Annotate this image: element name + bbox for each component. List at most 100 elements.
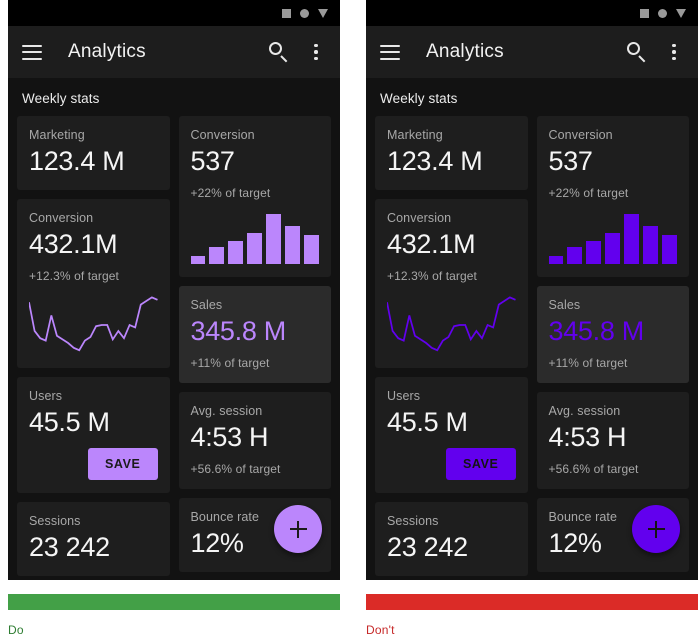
search-icon[interactable] [268,41,290,63]
card-avg-session[interactable]: Avg. session 4:53 H +56.6% of target [178,392,331,490]
triangle-icon [676,8,686,18]
overflow-menu-icon[interactable] [664,42,684,62]
square-icon [282,8,291,18]
card-value: 23 242 [387,532,468,563]
card-label: Conversion [548,128,613,142]
stats-column-left: Marketing 123.4 M Conversion 432.1M +12.… [17,116,170,577]
bar [266,214,282,265]
status-bar [8,0,340,26]
bar [228,241,244,265]
section-title: Weekly stats [22,91,100,106]
card-subtext: +22% of target [548,186,629,201]
card-marketing[interactable]: Marketing 123.4 M [17,116,170,191]
card-marketing[interactable]: Marketing 123.4 M [375,116,528,191]
card-users[interactable]: Users 45.5 M SAVE [375,377,528,494]
card-value: 4:53 H [190,422,269,453]
stats-column-right: Conversion 537 +22% of target Sales 345.… [178,116,331,573]
save-button[interactable]: SAVE [87,448,158,481]
comparison-stage: Analytics Weekly stats Marketing 123.4 M… [0,0,698,640]
card-value: 345.8 M [548,316,645,347]
status-bar [366,0,698,26]
dont-rule [366,594,698,610]
card-value: 432.1M [29,229,118,260]
card-label: Users [387,389,421,404]
card-conversion-left[interactable]: Conversion 432.1M +12.3% of target [17,199,170,369]
sparkline-chart [29,296,158,352]
app-bar: Analytics [366,26,698,78]
plus-icon [647,520,665,538]
content-area: Weekly stats Marketing 123.4 M Conversio… [366,78,698,580]
card-label: Sessions [387,514,439,529]
dont-panel: Analytics Weekly stats Marketing 123.4 M… [366,0,698,637]
search-icon[interactable] [626,41,648,63]
card-label: Users [29,389,63,404]
card-avg-session[interactable]: Avg. session 4:53 H +56.6% of target [536,392,689,490]
save-row: SAVE [387,448,516,481]
card-subtext: +11% of target [190,356,270,371]
bar [643,226,659,265]
do-rule [8,594,340,610]
circle-icon [658,8,667,18]
floating-action-button[interactable] [274,505,322,553]
card-label: Marketing [387,128,443,142]
card-conversion-right[interactable]: Conversion 537 +22% of target [178,116,331,278]
card-value: 45.5 M [29,407,110,438]
plus-icon [289,520,307,538]
dont-caption: Don't [366,623,395,637]
bar [285,226,301,265]
card-conversion-left[interactable]: Conversion 432.1M +12.3% of target [375,199,528,369]
card-sales[interactable]: Sales 345.8 M +11% of target [536,286,689,384]
floating-action-button[interactable] [632,505,680,553]
hamburger-menu-icon[interactable] [22,44,42,60]
sparkline-chart [387,296,516,352]
card-value: 537 [190,146,235,176]
page-title: Analytics [426,41,504,62]
card-subtext: +11% of target [548,356,628,371]
save-button[interactable]: SAVE [445,448,516,481]
card-subtext: +56.6% of target [190,462,281,477]
circle-icon [300,8,309,18]
card-conversion-right[interactable]: Conversion 537 +22% of target [536,116,689,278]
phone-mock-do: Analytics Weekly stats Marketing 123.4 M… [8,0,340,580]
card-label: Marketing [29,128,85,142]
card-sessions[interactable]: Sessions 23 242 [375,502,528,577]
card-subtext: +12.3% of target [387,269,477,284]
card-subtext: +22% of target [190,186,271,201]
app-bar: Analytics [8,26,340,78]
card-label: Sales [190,298,223,313]
section-title: Weekly stats [380,91,458,106]
card-label: Sales [548,298,581,313]
save-row: SAVE [29,448,158,481]
content-area: Weekly stats Marketing 123.4 M Conversio… [8,78,340,580]
card-label: Conversion [387,211,452,226]
card-value: 537 [548,146,593,176]
hamburger-menu-icon[interactable] [380,44,400,60]
card-value: 123.4 M [29,146,125,176]
bar [190,256,206,265]
card-value: 345.8 M [190,316,287,347]
do-caption: Do [8,623,24,637]
card-users[interactable]: Users 45.5 M SAVE [17,377,170,494]
bar [662,235,677,265]
card-value: 4:53 H [548,422,627,453]
bar [247,233,263,265]
triangle-icon [318,8,328,18]
phone-mock-dont: Analytics Weekly stats Marketing 123.4 M… [366,0,698,580]
stats-column-left: Marketing 123.4 M Conversion 432.1M +12.… [375,116,528,577]
overflow-menu-icon[interactable] [306,42,326,62]
card-value: 23 242 [29,532,110,563]
stats-column-right: Conversion 537 +22% of target Sales 345.… [536,116,689,573]
card-subtext: +12.3% of target [29,269,119,284]
bar [209,247,225,265]
card-label: Sessions [29,514,81,529]
card-label: Conversion [190,128,255,142]
do-panel: Analytics Weekly stats Marketing 123.4 M… [8,0,340,637]
bar [304,235,319,265]
bar [624,214,640,265]
sparkline-path [387,296,516,352]
card-sales[interactable]: Sales 345.8 M +11% of target [178,286,331,384]
card-subtext: +56.6% of target [548,462,639,477]
square-icon [640,8,649,18]
card-sessions[interactable]: Sessions 23 242 [17,502,170,577]
card-label: Avg. session [548,404,621,419]
